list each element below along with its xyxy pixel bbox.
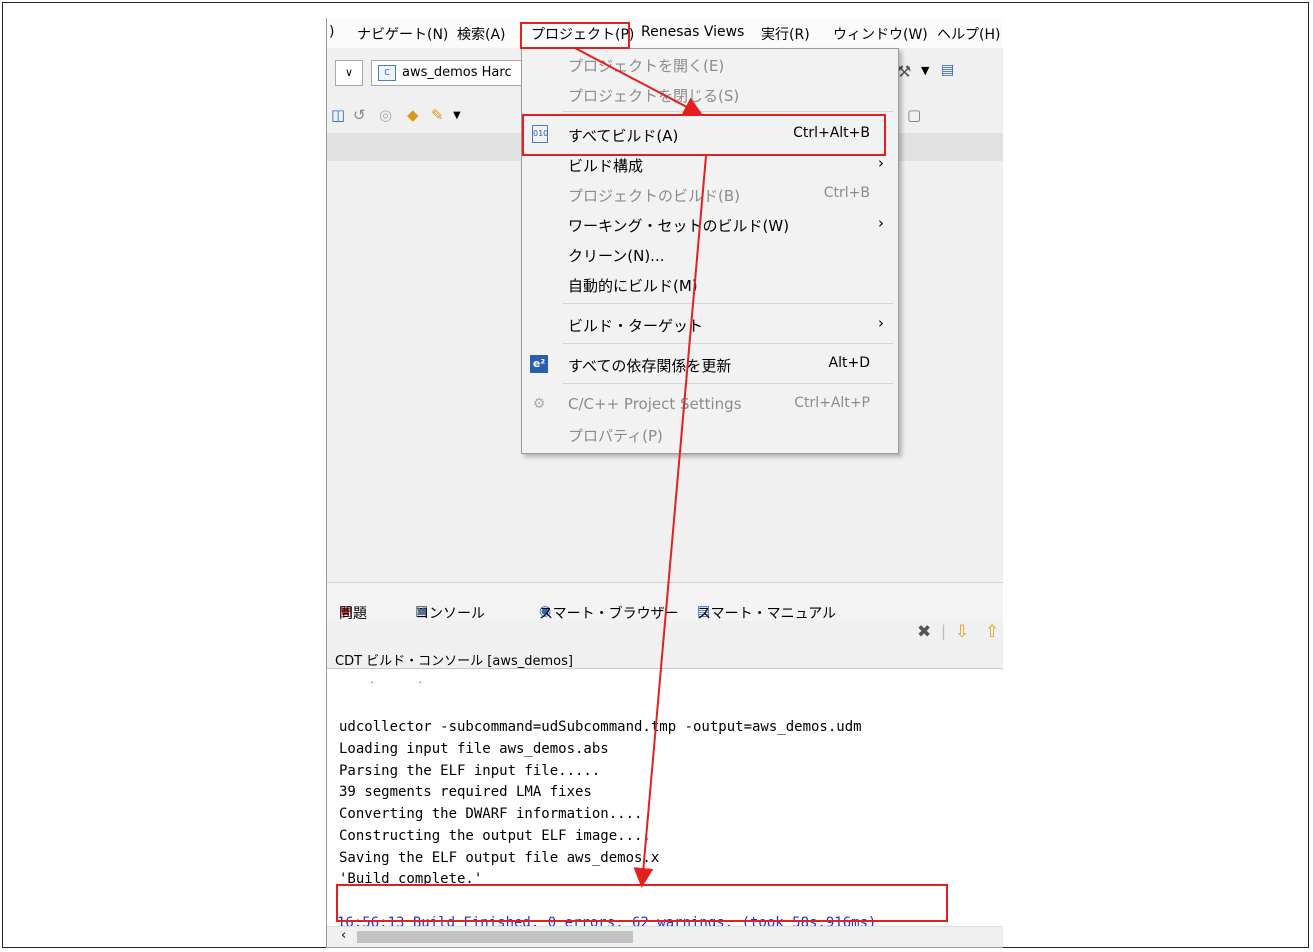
console-line: udcollector -subcommand=udSubcommand.tmp… [339,719,862,735]
debug-icon[interactable]: ◫ [331,106,345,124]
chevron-right-icon: › [878,154,884,172]
view-tabs: ▣ 問題 ▣ コンソール ⊠ ◉ スマート・ブラウザー ▤ スマート・マニュアル [327,582,1003,622]
menu-item-cpp-project-settings[interactable]: ⚙ C/C++ Project Settings Ctrl+Alt+P [522,391,898,419]
e2-icon: e² [530,355,548,373]
menu-run[interactable]: 実行(R) [761,24,810,44]
horizontal-scrollbar[interactable]: ‹ [327,926,1003,947]
chevron-right-icon: › [878,214,884,232]
run-icon[interactable]: ✎ [431,106,444,124]
console-line: Loading input file aws_demos.abs [339,741,609,757]
console-title: CDT ビルド・コンソール [aws_demos] [335,654,573,669]
menu-help[interactable]: ヘルプ(H) [937,24,1000,44]
console-toolbar: ✖ | ⇩ ⇧ [327,618,1003,650]
menu-item-update-dependencies[interactable]: e² すべての依存関係を更新 Alt+D [522,351,898,379]
menu-search[interactable]: 検索(A) [457,24,506,44]
scrollbar-thumb[interactable] [357,931,633,943]
console-line: Converting the DWARF information.... [339,806,643,822]
maximize-icon[interactable]: ▢ [907,106,921,124]
highlight-build-all [522,114,886,156]
menu-window[interactable]: ウィンドウ(W) [833,24,928,44]
launch-config-value: aws_demos Harc [402,65,512,80]
close-icon[interactable]: ⊠ [415,603,427,619]
menu-partial: ) [329,24,335,40]
chevron-right-icon: › [878,314,884,332]
menu-renesas-views[interactable]: Renesas Views [641,24,744,40]
menu-item-clean[interactable]: クリーン(N)... [522,241,898,269]
menu-item-properties[interactable]: プロパティ(P) [522,421,898,449]
launch-config-combo[interactable]: Caws_demos Harc [371,60,533,86]
menu-item-build-automatically[interactable]: 自動的にビルド(M) [522,271,898,299]
menu-item-build-project[interactable]: プロジェクトのビルド(B) Ctrl+B [522,181,898,209]
settings-icon: ⚙ [532,396,546,412]
menu-separator [562,343,894,344]
chevron-down-icon[interactable]: ∨ [335,60,363,86]
binary-icon[interactable]: ▤ [941,62,954,78]
chevron-down-icon[interactable]: ▼ [453,110,461,121]
console-line: 39 segments required LMA fixes [339,784,592,800]
sync-icon[interactable]: ◎ [379,106,392,124]
separator-icon: | [941,622,947,640]
arrow-down-icon[interactable]: ⇩ [955,622,969,642]
menu-bar: ) ナビゲート(N) 検索(A) プロジェクト(P) Renesas Views… [327,18,1003,48]
menu-navigate[interactable]: ナビゲート(N) [357,24,448,44]
menu-separator [562,303,894,304]
c-file-icon: C [378,64,396,81]
console-line: Saving the ELF output file aws_demos.x [339,850,660,866]
folder-icon[interactable]: ◆ [407,106,419,124]
clear-console-icon[interactable]: ✖ [917,622,931,642]
menu-item-build-working-set[interactable]: ワーキング・セットのビルド(W) › [522,211,898,239]
console-line: Parsing the ELF input file..... [339,763,601,779]
arrow-up-icon[interactable]: ⇧ [985,622,999,642]
menu-separator [562,383,894,384]
step-icon[interactable]: ↺ [353,106,366,124]
menu-item-close-project[interactable]: プロジェクトを閉じる(S) [522,81,898,109]
project-menu: プロジェクトを開く(E) プロジェクトを閉じる(S) 010 すべてビルド(A)… [521,48,899,454]
hammer-icon[interactable]: ⚒ [897,62,911,81]
highlight-project-menu [520,22,630,49]
menu-separator [562,111,894,112]
menu-item-open-project[interactable]: プロジェクトを開く(E) [522,51,898,79]
menu-item-build-targets[interactable]: ビルド・ターゲット › [522,311,898,339]
chevron-left-icon[interactable]: ‹ [341,928,346,943]
chevron-down-icon[interactable]: ▼ [921,64,929,77]
highlight-build-result [336,884,948,922]
console-line: Constructing the output ELF image.... [339,828,651,844]
